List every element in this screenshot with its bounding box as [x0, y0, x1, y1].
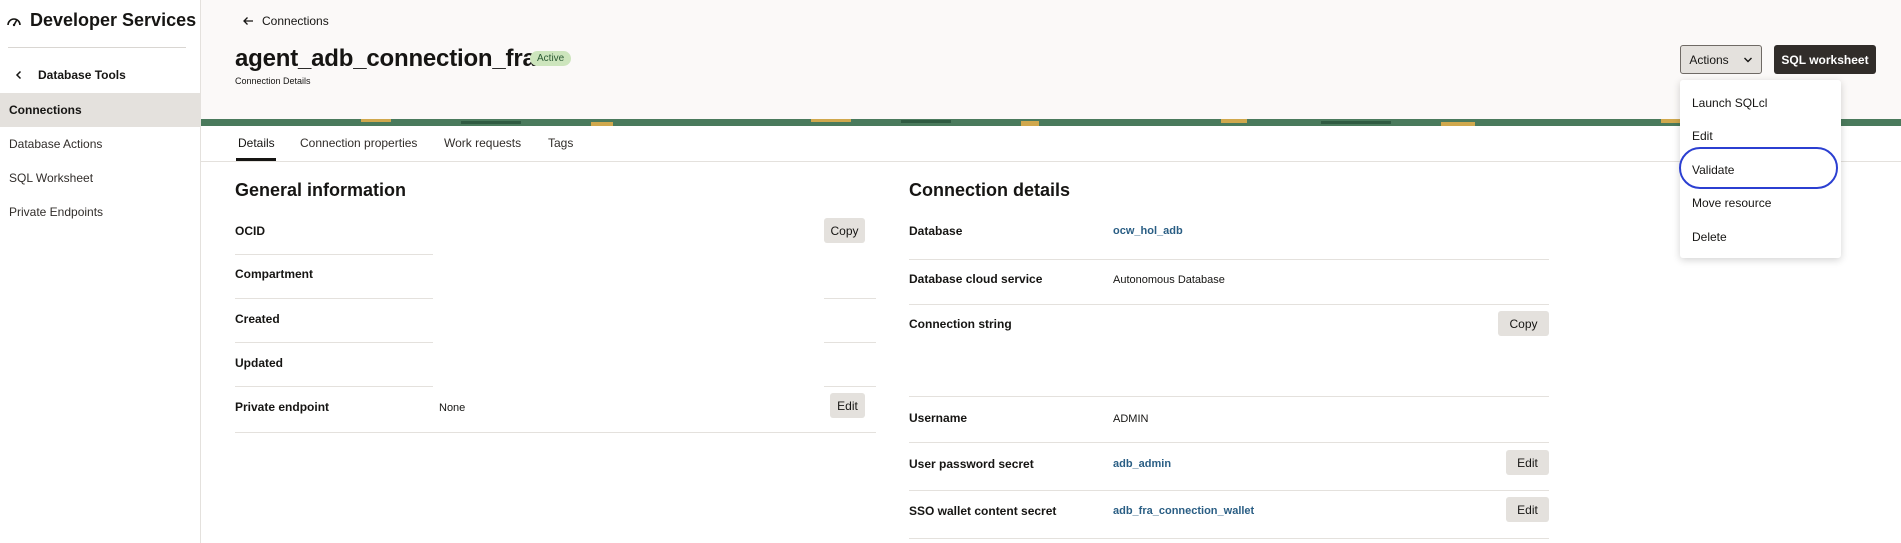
page-title: agent_adb_connection_fra	[235, 45, 536, 72]
menu-item-edit[interactable]: Edit	[1692, 129, 1713, 143]
back-label: Database Tools	[38, 68, 126, 82]
actions-button[interactable]: Actions	[1680, 45, 1762, 74]
divider	[235, 342, 433, 343]
divider	[909, 259, 1549, 260]
private-endpoint-value: None	[439, 402, 466, 414]
tab-connection-properties[interactable]: Connection properties	[300, 136, 417, 150]
divider	[824, 298, 876, 299]
updated-label: Updated	[235, 356, 283, 370]
edit-private-endpoint-button[interactable]: Edit	[830, 393, 865, 418]
tab-details[interactable]: Details	[238, 136, 275, 150]
username-label: Username	[909, 411, 968, 425]
chevron-down-icon	[1743, 55, 1753, 65]
divider	[235, 298, 433, 299]
ocid-label: OCID	[235, 224, 265, 238]
divider	[235, 386, 433, 387]
divider	[909, 304, 1549, 305]
developer-services-icon	[6, 13, 22, 29]
general-information-title: General information	[235, 180, 407, 200]
active-tab-indicator	[236, 158, 276, 161]
divider	[824, 386, 876, 387]
status-badge: Active	[530, 51, 572, 66]
connection-string-label: Connection string	[909, 317, 1012, 331]
compartment-label: Compartment	[235, 267, 314, 281]
edit-sso-wallet-secret-button[interactable]: Edit	[1506, 497, 1549, 522]
divider	[909, 490, 1549, 491]
sidebar-item-private-endpoints[interactable]: Private Endpoints	[0, 195, 200, 229]
cloud-service-value: Autonomous Database	[1113, 274, 1225, 286]
tab-tags[interactable]: Tags	[548, 136, 573, 150]
menu-item-delete[interactable]: Delete	[1692, 230, 1727, 244]
username-value: ADMIN	[1113, 413, 1149, 425]
back-to-database-tools[interactable]: Database Tools	[14, 68, 126, 82]
sql-worksheet-button[interactable]: SQL worksheet	[1774, 45, 1876, 74]
sidebar-item-database-actions[interactable]: Database Actions	[0, 127, 200, 161]
decorative-banner	[201, 119, 1901, 126]
sidebar-divider	[8, 47, 186, 48]
cloud-service-label: Database cloud service	[909, 272, 1043, 286]
menu-item-launch-sqlcl[interactable]: Launch SQLcl	[1692, 96, 1767, 110]
tab-work-requests[interactable]: Work requests	[444, 136, 521, 150]
sidebar-item-connections[interactable]: Connections	[0, 93, 200, 127]
edit-password-secret-button[interactable]: Edit	[1506, 450, 1549, 475]
created-label: Created	[235, 312, 280, 326]
sidebar-nav: Connections Database Actions SQL Workshe…	[0, 93, 200, 229]
password-secret-link[interactable]: adb_admin	[1113, 458, 1171, 470]
brand: Developer Services	[6, 10, 196, 31]
divider	[824, 342, 876, 343]
database-label: Database	[909, 224, 963, 238]
divider	[909, 442, 1549, 443]
sso-wallet-secret-label: SSO wallet content secret	[909, 504, 1057, 518]
connection-details-title: Connection details	[909, 180, 1071, 200]
copy-connection-string-button[interactable]: Copy	[1498, 311, 1549, 336]
actions-label: Actions	[1689, 52, 1729, 67]
database-link[interactable]: ocw_hol_adb	[1113, 225, 1183, 237]
breadcrumb-connections: Connections	[262, 14, 329, 28]
arrow-left-icon	[242, 15, 254, 27]
sso-wallet-secret-link[interactable]: adb_fra_connection_wallet	[1113, 505, 1254, 517]
validate-focus-ring	[1679, 147, 1838, 189]
sidebar-item-sql-worksheet[interactable]: SQL Worksheet	[0, 161, 200, 195]
divider	[235, 254, 433, 255]
menu-item-move-resource[interactable]: Move resource	[1692, 196, 1771, 210]
app-title: Developer Services	[30, 10, 197, 30]
chevron-left-icon	[14, 70, 24, 80]
breadcrumb[interactable]: Connections	[242, 14, 329, 28]
tab-bar: Details Connection properties Work reque…	[201, 126, 1901, 162]
password-secret-label: User password secret	[909, 457, 1034, 471]
page-subtitle: Connection Details	[235, 76, 311, 86]
sidebar: Developer Services Database Tools Connec…	[0, 0, 201, 543]
copy-ocid-button[interactable]: Copy	[824, 218, 865, 243]
divider	[909, 396, 1549, 397]
divider	[909, 538, 1549, 539]
private-endpoint-label: Private endpoint	[235, 400, 330, 414]
divider	[235, 432, 876, 433]
